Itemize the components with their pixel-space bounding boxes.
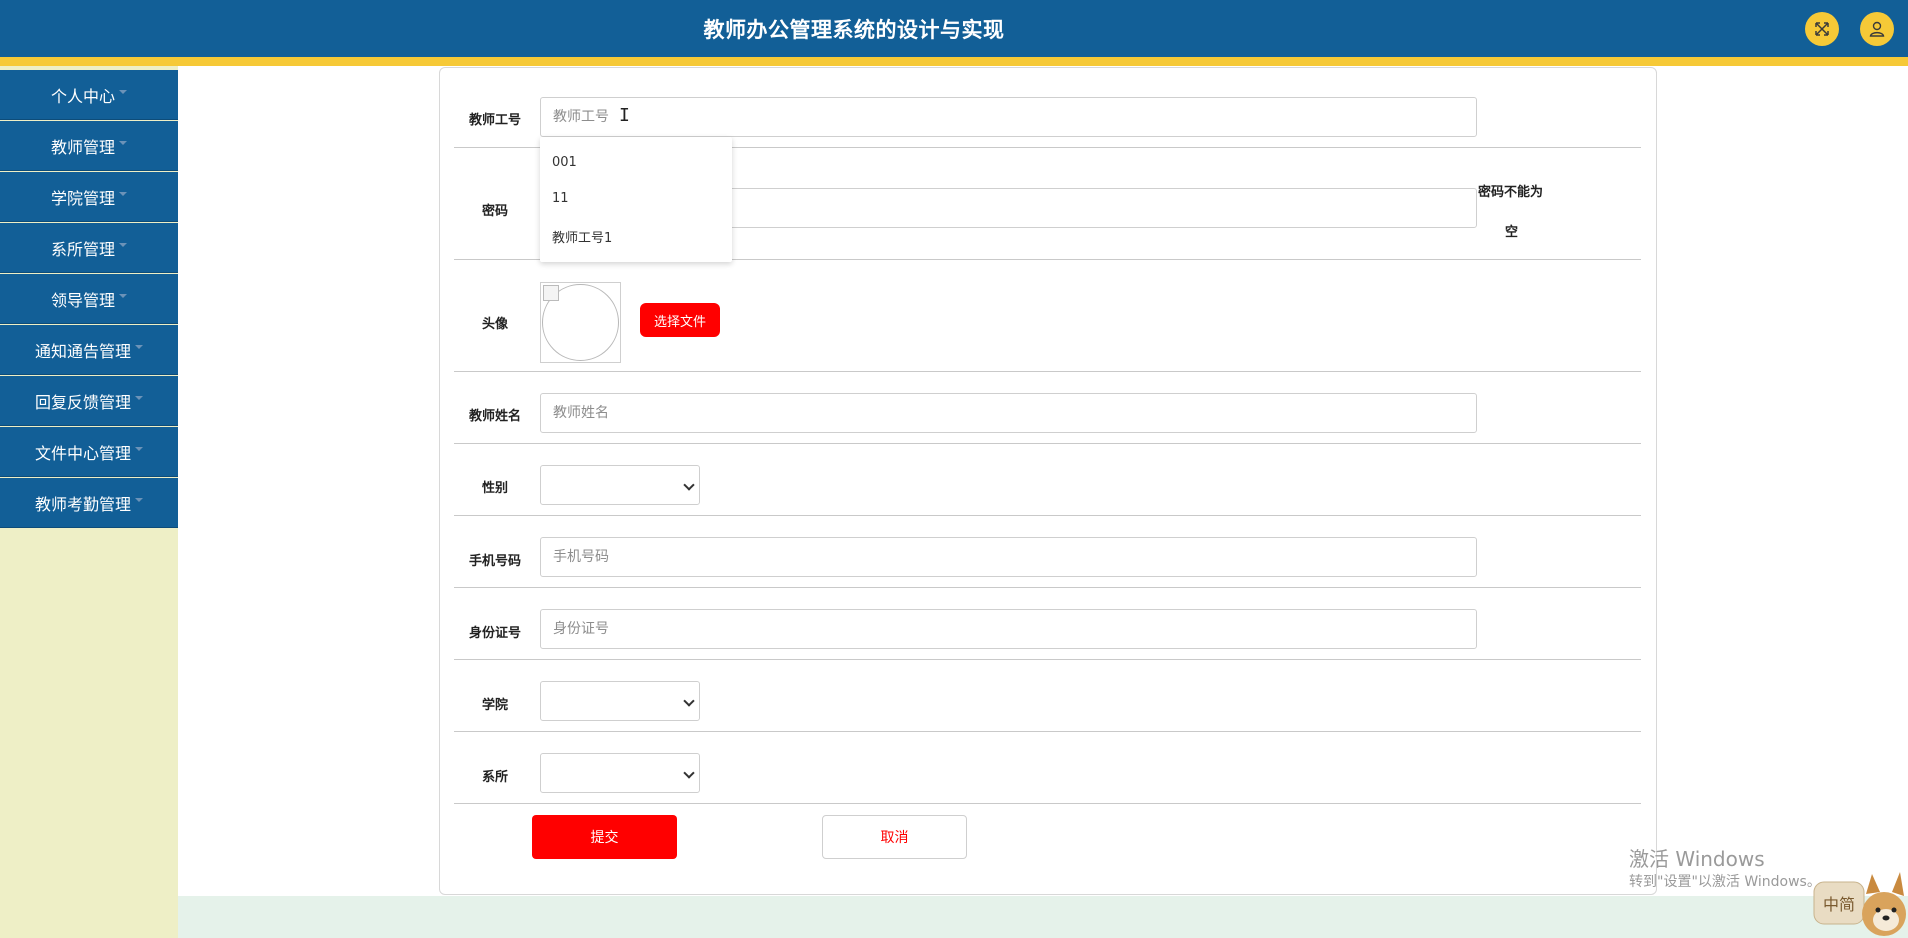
- college-label: 学院: [481, 698, 508, 713]
- college-select[interactable]: [540, 681, 700, 721]
- autocomplete-option[interactable]: 11: [552, 191, 569, 206]
- id-card-input[interactable]: [540, 609, 1477, 649]
- chevron-down-icon: [683, 695, 695, 707]
- sidebar-item-notices[interactable]: 通知通告管理: [0, 325, 178, 375]
- teacher-id-label: 教师工号: [468, 113, 521, 128]
- row-divider: [454, 803, 1641, 804]
- autocomplete-dropdown: 001 11 教师工号1: [540, 137, 732, 262]
- phone-label: 手机号码: [468, 554, 521, 569]
- sidebar: 个人中心 教师管理 学院管理 系所管理 领导管理 通知通告管理 回复反馈管理 文…: [0, 66, 178, 938]
- gender-select[interactable]: [540, 465, 700, 505]
- sidebar-item-label: 文件中心管理: [34, 443, 131, 463]
- department-select[interactable]: [540, 753, 700, 793]
- cancel-button[interactable]: 取消: [822, 815, 967, 859]
- sidebar-item-files[interactable]: 文件中心管理: [0, 427, 178, 477]
- department-label: 系所: [481, 770, 508, 785]
- text-cursor-icon: I: [619, 105, 630, 126]
- avatar-preview: [540, 282, 621, 363]
- top-header: 教师办公管理系统的设计与实现: [0, 0, 1908, 57]
- app-title: 教师办公管理系统的设计与实现: [703, 18, 1005, 42]
- caret-down-icon: [119, 191, 127, 196]
- sidebar-item-label: 教师管理: [50, 137, 115, 157]
- sidebar-item-label: 领导管理: [50, 290, 115, 310]
- sidebar-item-colleges[interactable]: 学院管理: [0, 172, 178, 222]
- content-footer-band: [178, 896, 1908, 938]
- caret-down-icon: [135, 497, 143, 502]
- row-divider: [454, 659, 1641, 660]
- sidebar-item-feedback[interactable]: 回复反馈管理: [0, 376, 178, 426]
- caret-down-icon: [135, 344, 143, 349]
- caret-down-icon: [119, 293, 127, 298]
- caret-down-icon: [119, 89, 127, 94]
- sidebar-item-label: 学院管理: [50, 188, 115, 208]
- password-error-text: 密码不能为: [1478, 185, 1544, 200]
- choose-file-button[interactable]: 选择文件: [640, 303, 720, 337]
- user-icon: [1869, 21, 1885, 37]
- chevron-down-icon: [683, 767, 695, 779]
- autocomplete-option[interactable]: 教师工号1: [552, 227, 612, 246]
- teacher-id-input[interactable]: [540, 97, 1477, 137]
- activation-watermark-title: 激活 Windows: [1629, 847, 1765, 871]
- avatar-label: 头像: [481, 317, 508, 332]
- row-divider: [454, 443, 1641, 444]
- row-divider: [454, 515, 1641, 516]
- expand-icon: [1815, 22, 1829, 36]
- sidebar-item-departments[interactable]: 系所管理: [0, 223, 178, 273]
- sidebar-item-label: 通知通告管理: [34, 341, 131, 361]
- sidebar-item-label: 教师考勤管理: [34, 494, 131, 514]
- id-card-label: 身份证号: [468, 626, 521, 641]
- sidebar-item-label: 回复反馈管理: [34, 392, 131, 412]
- row-divider: [454, 587, 1641, 588]
- gender-label: 性别: [481, 481, 508, 496]
- sidebar-item-personal-center[interactable]: 个人中心: [0, 70, 178, 120]
- caret-down-icon: [119, 140, 127, 145]
- submit-button[interactable]: 提交: [532, 815, 677, 859]
- autocomplete-option[interactable]: 001: [552, 155, 577, 170]
- phone-input[interactable]: [540, 537, 1477, 577]
- activation-watermark-subtitle: 转到"设置"以激活 Windows。: [1629, 874, 1821, 890]
- caret-down-icon: [119, 242, 127, 247]
- password-label: 密码: [481, 204, 508, 219]
- row-divider: [454, 731, 1641, 732]
- sidebar-item-teachers[interactable]: 教师管理: [0, 121, 178, 171]
- caret-down-icon: [135, 395, 143, 400]
- user-button[interactable]: [1860, 12, 1894, 46]
- chevron-down-icon: [683, 479, 695, 491]
- sidebar-item-leaders[interactable]: 领导管理: [0, 274, 178, 324]
- sidebar-item-label: 系所管理: [50, 239, 115, 259]
- name-input[interactable]: [540, 393, 1477, 433]
- broken-image-icon: [543, 285, 559, 301]
- sidebar-item-attendance[interactable]: 教师考勤管理: [0, 478, 178, 528]
- dog-mascot-widget[interactable]: 中简: [1812, 856, 1908, 938]
- header-accent-stripe: [0, 57, 1908, 66]
- sidebar-item-label: 个人中心: [50, 86, 115, 106]
- caret-down-icon: [135, 446, 143, 451]
- password-error-text-cont: 空: [1505, 225, 1519, 240]
- fullscreen-button[interactable]: [1805, 12, 1839, 46]
- mascot-label: 中简: [1823, 895, 1855, 914]
- name-label: 教师姓名: [468, 409, 521, 424]
- row-divider: [454, 371, 1641, 372]
